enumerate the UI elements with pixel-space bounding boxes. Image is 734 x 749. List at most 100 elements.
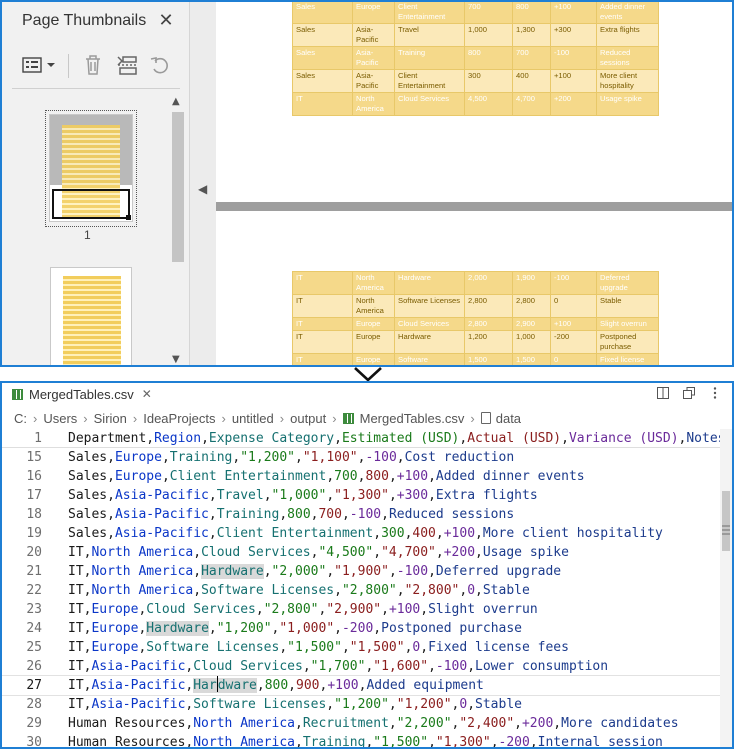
- breadcrumb-item[interactable]: C:: [14, 411, 27, 426]
- code-line[interactable]: 19 Sales,Asia-Pacific,Client Entertainmen…: [2, 524, 720, 543]
- pdf-table-row: Sales Europe Client Entertainment 700 800 +10…: [292, 2, 659, 24]
- code-line[interactable]: 23 IT,Europe,Cloud Services,"2,800","2,90…: [2, 600, 720, 619]
- thumbnail-viewport-box[interactable]: [52, 189, 131, 220]
- more-options-icon[interactable]: [708, 385, 722, 401]
- breadcrumb-item[interactable]: untitled: [232, 411, 274, 426]
- delete-page-button[interactable]: [80, 52, 106, 78]
- csv-delimiter: ,: [420, 602, 429, 617]
- breadcrumb-item[interactable]: IdeaProjects: [143, 411, 215, 426]
- code-line[interactable]: 21 IT,North America,Hardware,"2,000","1,9…: [2, 562, 720, 581]
- code-line[interactable]: 1 Department,Region,Expense Category,Esti…: [2, 429, 726, 448]
- code-line[interactable]: 18 Sales,Asia-Pacific,Training,800,700,-1…: [2, 505, 720, 524]
- csv-field: +200: [521, 716, 554, 731]
- close-tab-icon[interactable]: ✕: [142, 387, 152, 401]
- csv-field: North America: [193, 735, 295, 749]
- csv-delimiter: ,: [107, 526, 115, 541]
- csv-field: -100: [365, 450, 397, 465]
- csv-delimiter: ,: [161, 469, 170, 484]
- csv-field: +100: [327, 678, 359, 693]
- csv-delimiter: ,: [255, 602, 264, 617]
- pdf-table-cell: Sales: [292, 46, 353, 70]
- breadcrumb-item[interactable]: data: [496, 411, 521, 426]
- code-line[interactable]: 29 Human Resources,North America,Recruitm…: [2, 714, 720, 733]
- code-line[interactable]: 30 Human Resources,North America,Training…: [2, 733, 720, 749]
- breadcrumb-item[interactable]: output: [290, 411, 326, 426]
- pdf-table-cell: Training: [394, 46, 465, 70]
- line-number: 20: [26, 545, 42, 560]
- csv-delimiter: ,: [193, 564, 202, 579]
- csv-field: "1,200": [240, 450, 296, 465]
- pdf-table-cell: 800: [464, 46, 513, 70]
- code-line[interactable]: 15 Sales,Europe,Training,"1,200","1,100",…: [2, 448, 720, 467]
- csv-delimiter: ,: [107, 507, 115, 522]
- scroll-down-icon[interactable]: ▼: [172, 354, 180, 365]
- close-thumbnails-button[interactable]: ✕: [157, 10, 175, 31]
- pdf-table-cell: Europe: [352, 330, 395, 354]
- code-line[interactable]: 26 IT,Asia-Pacific,Cloud Services,"1,700"…: [2, 657, 720, 676]
- split-view-icon[interactable]: [656, 385, 670, 401]
- csv-field: Department: [68, 431, 147, 446]
- csv-field: Europe: [91, 621, 139, 636]
- csv-field: IT: [68, 564, 84, 579]
- pdf-table-cell: Europe: [352, 2, 395, 24]
- code-line[interactable]: 20 IT,North America,Cloud Services,"4,500…: [2, 543, 720, 562]
- editor-tab-mergedtables[interactable]: MergedTables.csv ✕: [12, 383, 152, 405]
- pdf-table-cell: 1,300: [512, 23, 551, 47]
- csv-field: Europe: [114, 469, 162, 484]
- page-thumbnail-1[interactable]: [49, 114, 133, 222]
- csv-field: "4,500": [318, 545, 374, 560]
- csv-delimiter: ,: [428, 469, 436, 484]
- collapse-pane-icon[interactable]: ◀: [198, 182, 207, 196]
- pdf-table-cell: IT: [292, 92, 353, 116]
- csv-field: IT: [68, 545, 84, 560]
- csv-delimiter: ,: [428, 488, 436, 503]
- rotate-page-button[interactable]: [147, 52, 173, 78]
- pdf-table-cell: IT: [292, 353, 353, 365]
- csv-delimiter: ,: [373, 526, 382, 541]
- breadcrumb-item[interactable]: Users: [43, 411, 77, 426]
- preview-icon[interactable]: [682, 385, 696, 401]
- csv-field: "2,800": [263, 602, 319, 617]
- code-line[interactable]: 22 IT,North America,Software Licenses,"2,…: [2, 581, 720, 600]
- pdf-table-cell: 700: [512, 46, 551, 70]
- csv-field: Europe: [114, 450, 162, 465]
- code-editor[interactable]: 1 Department,Region,Expense Category,Esti…: [2, 429, 726, 749]
- code-line[interactable]: 24 IT,Europe,Hardware,"1,200","1,000",-20…: [2, 619, 720, 638]
- breadcrumb-item[interactable]: MergedTables.csv: [360, 411, 465, 426]
- scrollbar-thumb[interactable]: [722, 491, 730, 551]
- csv-delimiter: ,: [334, 621, 342, 636]
- code-line[interactable]: 28 IT,Asia-Pacific,Software Licenses,"1,2…: [2, 695, 720, 714]
- csv-field: Usage spike: [482, 545, 569, 560]
- scrollbar-thumb[interactable]: [172, 112, 184, 262]
- csv-field: North America: [91, 545, 194, 560]
- pdf-table-cell: Extra flights: [596, 23, 659, 47]
- pdf-table: Sales Europe Client Entertainment 700 800 +10…: [292, 2, 659, 116]
- extract-pages-button[interactable]: [114, 52, 140, 78]
- thumbnails-scrollbar[interactable]: ▲ ▼: [170, 96, 186, 365]
- breadcrumb-item[interactable]: Sirion: [94, 411, 127, 426]
- chevron-right-icon: ›: [332, 410, 337, 426]
- csv-field: North America: [91, 564, 194, 579]
- csv-delimiter: ,: [326, 469, 335, 484]
- csv-field: Recruitment: [302, 716, 389, 731]
- page-thumbnail-2[interactable]: [50, 267, 132, 365]
- code-line[interactable]: 17 Sales,Asia-Pacific,Travel,"1,000","1,3…: [2, 486, 720, 505]
- file-icon: [480, 412, 491, 424]
- csv-field: +300: [396, 488, 429, 503]
- thumbnail-options-button[interactable]: [18, 52, 60, 78]
- csv-field: -100: [396, 564, 429, 579]
- csv-field: +100: [443, 526, 476, 541]
- editor-panel: MergedTables.csv ✕ C: › Users › Sirion › Id…: [0, 381, 734, 749]
- pdf-table-cell: 1,000: [464, 23, 513, 47]
- pdf-table-cell: 800: [512, 2, 551, 24]
- csv-field: Stable: [482, 583, 530, 598]
- scroll-up-icon[interactable]: ▲: [172, 96, 180, 107]
- code-line[interactable]: 27 IT,Asia-Pacific,Hardware,800,900,+100,…: [2, 675, 721, 696]
- editor-scrollbar[interactable]: [720, 429, 732, 747]
- csv-field: 800: [287, 507, 311, 522]
- scrollbar-marker: [722, 525, 730, 527]
- code-line[interactable]: 16 Sales,Europe,Client Entertainment,700,…: [2, 467, 720, 486]
- pdf-table-row: IT North America Software Licenses 2,800 2,8…: [292, 294, 659, 318]
- code-line[interactable]: 25 IT,Europe,Software Licenses,"1,500","1…: [2, 638, 720, 657]
- line-text: Sales,Asia-Pacific,Client Entertainment,…: [68, 524, 663, 543]
